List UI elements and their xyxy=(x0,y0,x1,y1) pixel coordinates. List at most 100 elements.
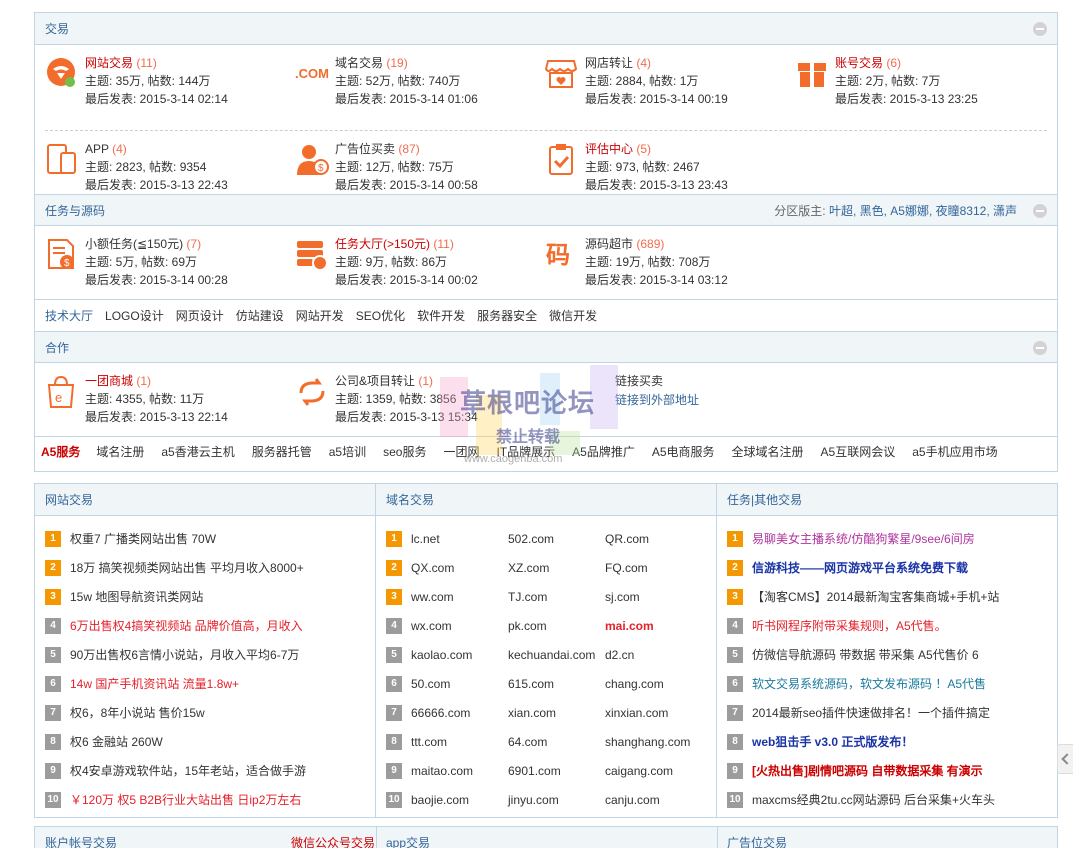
a5-link[interactable]: a5培训 xyxy=(329,445,366,459)
forum-website-trade[interactable]: 网站交易 (11) 主题: 35万, 帖数: 144万 最后发表: 2015-3… xyxy=(45,55,285,111)
list-item-link[interactable]: maxcms经典2tu.cc网站源码 后台采集+火车头 xyxy=(752,791,995,809)
list-item-link[interactable]: 权4安卓游戏软件站，15年老站，适合做手游 xyxy=(70,762,306,780)
link-tech-hall[interactable]: 技术大厅 xyxy=(45,309,93,323)
forum-last-post[interactable]: 最后发表: 2015-3-13 23:43 xyxy=(585,177,728,193)
domain-link[interactable]: TJ.com xyxy=(508,588,547,606)
domain-link[interactable]: caigang.com xyxy=(605,762,673,780)
domain-link[interactable]: shanghang.com xyxy=(605,733,690,751)
list-item-link[interactable]: ￥120万 权5 B2B行业大站出售 日ip2万左右 xyxy=(70,791,301,809)
section-header-coop[interactable]: 合作 xyxy=(35,331,1057,363)
forum-last-post[interactable]: 最后发表: 2015-3-14 01:06 xyxy=(335,91,478,107)
domain-link[interactable]: QR.com xyxy=(605,530,649,548)
link-wechat-dev[interactable]: 微信开发 xyxy=(549,309,597,323)
list-item-link[interactable]: 权重7 广播类网站出售 70W xyxy=(70,530,216,548)
forum-name[interactable]: 一团商城 xyxy=(85,374,133,388)
list-item-link[interactable]: [火热出售]剧情吧源码 自带数据采集 有演示 xyxy=(752,762,983,780)
a5-link[interactable]: seo服务 xyxy=(383,445,426,459)
section-header-task[interactable]: 任务与源码 分区版主: 叶超, 黑色, A5娜娜, 夜瞳8312, 潇声 xyxy=(35,194,1057,226)
domain-link[interactable]: jinyu.com xyxy=(508,791,559,809)
a5-service-label[interactable]: A5服务 xyxy=(41,445,80,459)
external-link[interactable]: 链接到外部地址 xyxy=(615,391,699,408)
domain-link[interactable]: 615.com xyxy=(508,675,554,693)
link-logo[interactable]: LOGO设计 xyxy=(105,309,164,323)
link-clone-site[interactable]: 仿站建设 xyxy=(236,309,284,323)
forum-name[interactable]: 网站交易 xyxy=(85,56,133,70)
forum-name[interactable]: 公司&项目转让 xyxy=(335,374,415,388)
forum-app[interactable]: APP (4) 主题: 2823, 帖数: 9354 最后发表: 2015-3-… xyxy=(45,141,285,197)
domain-link[interactable]: d2.cn xyxy=(605,646,634,664)
a5-link[interactable]: A5品牌推广 xyxy=(572,445,635,459)
domain-link[interactable]: wx.com xyxy=(411,617,452,635)
domain-link[interactable]: kaolao.com xyxy=(411,646,472,664)
forum-account-trade[interactable]: 账号交易 (6) 主题: 2万, 帖数: 7万 最后发表: 2015-3-13 … xyxy=(795,55,1035,111)
a5-link[interactable]: 一团网 xyxy=(443,445,479,459)
a5-link[interactable]: 服务器托管 xyxy=(252,445,312,459)
section-header-trade[interactable]: 交易 xyxy=(35,13,1057,45)
list-item-link[interactable]: 信游科技——网页游戏平台系统免费下载 xyxy=(752,559,968,577)
forum-last-post[interactable]: 最后发表: 2015-3-14 00:02 xyxy=(335,272,478,288)
list-item-link[interactable]: 权6，8年小说站 售价15w xyxy=(70,704,205,722)
domain-link[interactable]: xian.com xyxy=(508,704,556,722)
forum-ad-space[interactable]: $ 广告位买卖 (87) 主题: 12万, 帖数: 75万 最后发表: 2015… xyxy=(295,141,535,197)
link-web-dev[interactable]: 网站开发 xyxy=(296,309,344,323)
domain-link[interactable]: FQ.com xyxy=(605,559,648,577)
forum-name[interactable]: 小额任务(≦150元) xyxy=(85,237,183,251)
forum-name[interactable]: 链接买卖 xyxy=(615,374,663,388)
forum-last-post[interactable]: 最后发表: 2015-3-14 00:19 xyxy=(585,91,728,107)
list-item-link[interactable]: 【淘客CMS】2014最新淘宝客集商城+手机+站 xyxy=(752,588,999,606)
domain-link[interactable]: canju.com xyxy=(605,791,660,809)
forum-domain-trade[interactable]: .COM 域名交易 (19) 主题: 52万, 帖数: 740万 最后发表: 2… xyxy=(295,55,535,111)
domain-link[interactable]: xinxian.com xyxy=(605,704,668,722)
forum-name[interactable]: APP xyxy=(85,142,109,156)
domain-link[interactable]: pk.com xyxy=(508,617,547,635)
list-item-link[interactable]: 18万 搞笑视频类网站出售 平均月收入8000+ xyxy=(70,559,304,577)
forum-small-task[interactable]: $ 小额任务(≦150元) (7) 主题: 5万, 帖数: 69万 最后发表: … xyxy=(45,236,285,292)
domain-link[interactable]: 6901.com xyxy=(508,762,561,780)
forum-name[interactable]: 源码超市 xyxy=(585,237,633,251)
domain-link[interactable]: ttt.com xyxy=(411,733,447,751)
forum-name[interactable]: 广告位买卖 xyxy=(335,142,395,156)
list-item-link[interactable]: 15w 地图导航资讯类网站 xyxy=(70,588,203,606)
forum-company-transfer[interactable]: 公司&项目转让 (1) 主题: 1359, 帖数: 3856 最后发表: 201… xyxy=(295,373,535,429)
domain-link[interactable]: mai.com xyxy=(605,617,654,635)
list-title[interactable]: app交易 xyxy=(386,827,430,848)
a5-link[interactable]: A5互联网会议 xyxy=(821,445,896,459)
list-item-link[interactable]: 6万出售权4搞笑视频站 品牌价值高，月收入 xyxy=(70,617,303,635)
forum-task-hall[interactable]: 任务大厅(>150元) (11) 主题: 9万, 帖数: 86万 最后发表: 2… xyxy=(295,236,535,292)
collapse-icon[interactable] xyxy=(1033,341,1047,355)
domain-link[interactable]: 50.com xyxy=(411,675,450,693)
forum-source-market[interactable]: 码 源码超市 (689) 主题: 19万, 帖数: 708万 最后发表: 201… xyxy=(545,236,785,292)
forum-last-post[interactable]: 最后发表: 2015-3-14 00:28 xyxy=(85,272,228,288)
list-item-link[interactable]: 2014最新seo插件快速做排名！一个插件搞定 xyxy=(752,704,990,722)
domain-link[interactable]: 502.com xyxy=(508,530,554,548)
list-item-link[interactable]: 易聊美女主播系统/仿酷狗繁星/9see/6间房 xyxy=(752,530,975,548)
a5-link[interactable]: a5手机应用市场 xyxy=(912,445,997,459)
list-title[interactable]: 任务|其他交易 xyxy=(717,484,1057,516)
domain-link[interactable]: chang.com xyxy=(605,675,664,693)
forum-name[interactable]: 账号交易 xyxy=(835,56,883,70)
a5-link[interactable]: a5香港云主机 xyxy=(161,445,234,459)
list-title[interactable]: 账户帐号交易 xyxy=(45,827,117,848)
forum-last-post[interactable]: 最后发表: 2015-3-13 15:34 xyxy=(335,409,478,425)
list-title[interactable]: 网站交易 xyxy=(35,484,375,516)
domain-link[interactable]: QX.com xyxy=(411,559,454,577)
forum-name[interactable]: 域名交易 xyxy=(335,56,383,70)
collapse-icon[interactable] xyxy=(1033,204,1047,218)
collapse-icon[interactable] xyxy=(1033,22,1047,36)
list-item-link[interactable]: 14w 国产手机资讯站 流量1.8w+ xyxy=(70,675,239,693)
back-to-top-icon[interactable] xyxy=(1057,744,1073,774)
list-item-link[interactable]: 软文交易系统源码，软文发布源码 ！A5代售 xyxy=(752,675,986,693)
forum-last-post[interactable]: 最后发表: 2015-3-13 23:25 xyxy=(835,91,978,107)
domain-link[interactable]: 66666.com xyxy=(411,704,470,722)
domain-link[interactable]: lc.net xyxy=(411,530,440,548)
link-server-security[interactable]: 服务器安全 xyxy=(477,309,537,323)
domain-link[interactable]: baojie.com xyxy=(411,791,469,809)
forum-name[interactable]: 网店转让 xyxy=(585,56,633,70)
forum-last-post[interactable]: 最后发表: 2015-3-13 22:14 xyxy=(85,409,228,425)
forum-name[interactable]: 任务大厅(>150元) xyxy=(335,237,430,251)
a5-link[interactable]: 域名注册 xyxy=(96,445,144,459)
forum-evaluation[interactable]: 评估中心 (5) 主题: 973, 帖数: 2467 最后发表: 2015-3-… xyxy=(545,141,785,197)
moderator-links[interactable]: 叶超, 黑色, A5娜娜, 夜瞳8312, 潇声 xyxy=(829,204,1017,218)
list-title[interactable]: 微信公众号交易 xyxy=(291,827,375,848)
list-item-link[interactable]: 权6 金融站 260W xyxy=(70,733,163,751)
